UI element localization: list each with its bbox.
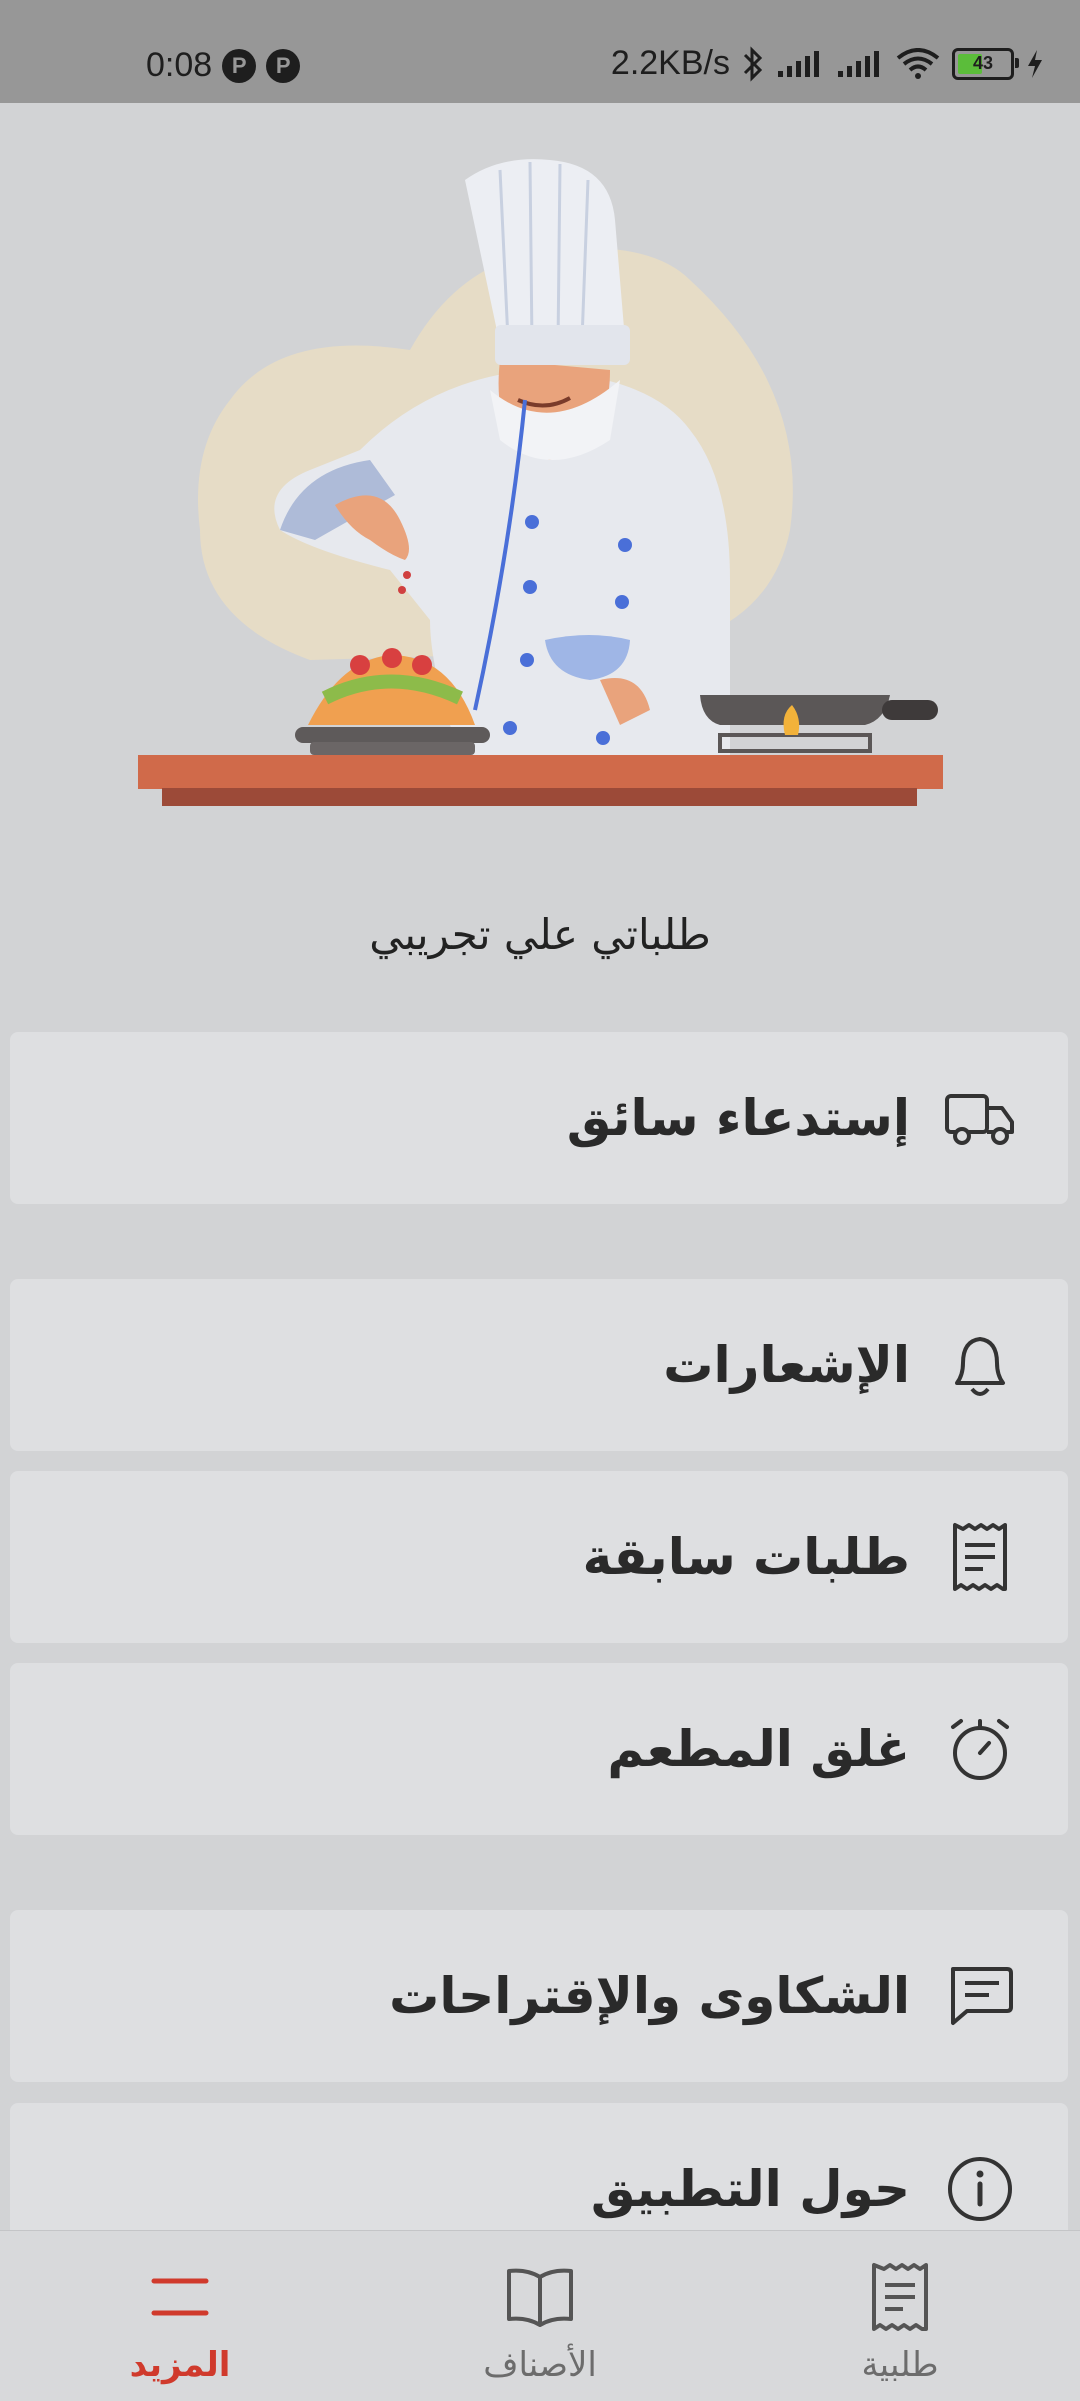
app-notification-icon: P <box>222 48 257 83</box>
menu-item-call-driver[interactable]: إستدعاء سائق <box>10 1032 1068 1204</box>
nav-label: المزيد <box>129 2345 231 2385</box>
menu-icon <box>140 2259 220 2335</box>
charging-icon <box>1028 49 1042 78</box>
restaurant-name: طلباتي علي تجريبي <box>369 910 711 959</box>
truck-icon <box>940 1078 1020 1158</box>
menu-item-label: إستدعاء سائق <box>566 1089 910 1147</box>
signal-icon <box>778 50 819 77</box>
wifi-icon <box>896 47 940 79</box>
bluetooth-icon <box>743 45 763 82</box>
menu-item-previous-orders[interactable]: طلبات سابقة <box>10 1471 1068 1643</box>
menu-item-close-restaurant[interactable]: غلق المطعم <box>10 1663 1068 1835</box>
signal-icon <box>838 50 879 77</box>
network-speed: 2.2KB/s <box>610 44 730 82</box>
battery-icon: 43 <box>952 47 1019 80</box>
status-bar: 0:08 P P 2.2KB/s 43 <box>0 0 1080 103</box>
menu-item-label: الشكاوى والإقتراحات <box>389 1967 910 2025</box>
menu-item-label: غلق المطعم <box>607 1720 910 1778</box>
info-icon <box>940 2149 1020 2229</box>
status-bar-left: 0:08 P P <box>146 46 301 85</box>
nav-tab-orders[interactable]: طلبية <box>720 2231 1080 2401</box>
nav-tab-more[interactable]: المزيد <box>0 2231 360 2401</box>
menu-item-notifications[interactable]: الإشعارات <box>10 1279 1068 1451</box>
menu-item-label: الإشعارات <box>663 1336 910 1394</box>
stopwatch-icon <box>940 1709 1020 1789</box>
nav-tab-categories[interactable]: الأصناف <box>360 2231 720 2401</box>
bottom-navigation: طلبية الأصناف المزيد <box>0 2230 1080 2401</box>
status-time: 0:08 <box>146 46 213 84</box>
battery-level: 43 <box>972 53 994 73</box>
menu-item-label: طلبات سابقة <box>582 1528 910 1586</box>
menu-item-complaints-suggestions[interactable]: الشكاوى والإقتراحات <box>10 1910 1068 2082</box>
receipt-icon <box>860 2259 940 2335</box>
nav-label: طلبية <box>861 2345 939 2385</box>
menu-item-label: حول التطبيق <box>590 2160 910 2218</box>
app-notification-icon: P <box>266 48 301 83</box>
nav-label: الأصناف <box>483 2345 597 2385</box>
chef-illustration <box>138 159 943 806</box>
message-icon <box>940 1956 1020 2036</box>
book-icon <box>500 2259 580 2335</box>
bell-icon <box>940 1325 1020 1405</box>
receipt-icon <box>940 1517 1020 1597</box>
status-bar-right: 2.2KB/s 43 <box>611 44 1044 83</box>
